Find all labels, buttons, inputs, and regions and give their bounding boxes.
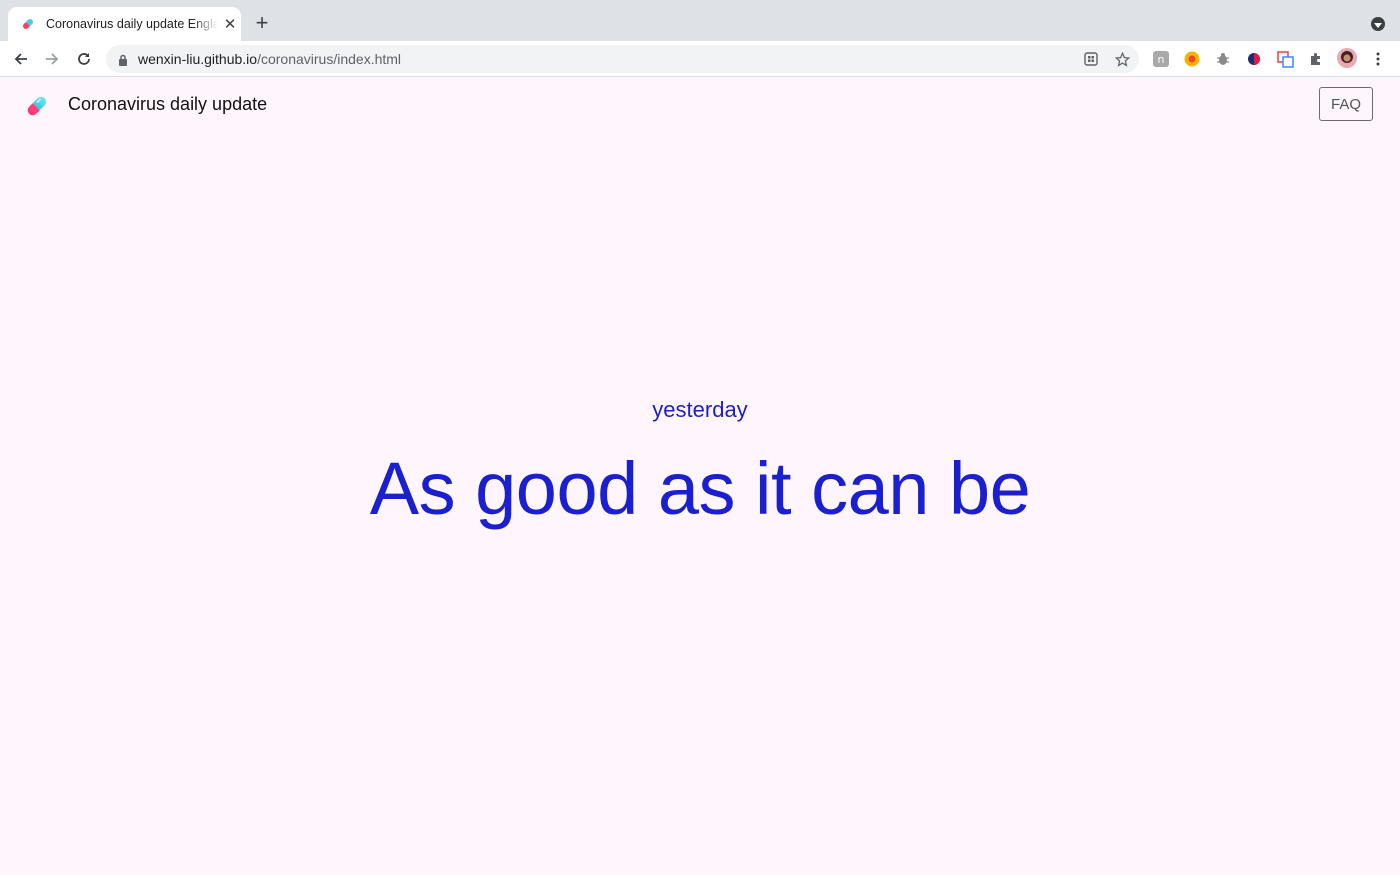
site-title[interactable]: Coronavirus daily update xyxy=(68,94,267,115)
new-tab-button[interactable]: + xyxy=(252,12,272,34)
svg-text:n: n xyxy=(1158,53,1165,66)
browser-tabstrip: Coronavirus daily update England ✕ + xyxy=(0,0,1400,41)
address-bar[interactable]: wenxin-liu.github.io/coronavirus/index.h… xyxy=(106,45,1139,73)
day-label: yesterday xyxy=(652,397,748,422)
url-path: /coronavirus/index.html xyxy=(257,51,402,67)
browser-tab[interactable]: Coronavirus daily update England ✕ xyxy=(8,7,241,41)
lock-icon[interactable] xyxy=(118,53,128,71)
pill-icon xyxy=(25,94,49,118)
back-arrow-icon[interactable] xyxy=(11,49,31,69)
qr-code-icon[interactable] xyxy=(1082,50,1100,68)
puzzle-icon[interactable] xyxy=(1307,50,1325,68)
copy-windows-icon[interactable] xyxy=(1276,50,1294,68)
avatar[interactable] xyxy=(1337,48,1357,68)
url-host: wenxin-liu.github.io xyxy=(138,51,258,67)
extension-color-icon[interactable] xyxy=(1183,50,1201,68)
reload-icon[interactable] xyxy=(74,49,94,69)
forward-arrow-icon[interactable] xyxy=(42,49,62,69)
bug-icon[interactable] xyxy=(1214,50,1232,68)
pill-icon xyxy=(20,16,36,32)
tab-title: Coronavirus daily update England xyxy=(46,17,218,31)
url-text: wenxin-liu.github.io/coronavirus/index.h… xyxy=(138,51,401,67)
more-menu-icon[interactable] xyxy=(1369,50,1387,68)
faq-button[interactable]: FAQ xyxy=(1319,87,1373,121)
extension-circle-icon[interactable] xyxy=(1245,50,1263,68)
site-header: Coronavirus daily update FAQ xyxy=(0,77,1400,135)
tab-search-icon[interactable] xyxy=(1371,17,1385,31)
status-headline: As good as it can be xyxy=(369,447,1031,530)
close-icon[interactable]: ✕ xyxy=(222,16,238,33)
extension-n-icon[interactable]: n xyxy=(1152,50,1170,68)
browser-toolbar: wenxin-liu.github.io/coronavirus/index.h… xyxy=(0,41,1400,77)
star-icon[interactable] xyxy=(1113,50,1131,68)
